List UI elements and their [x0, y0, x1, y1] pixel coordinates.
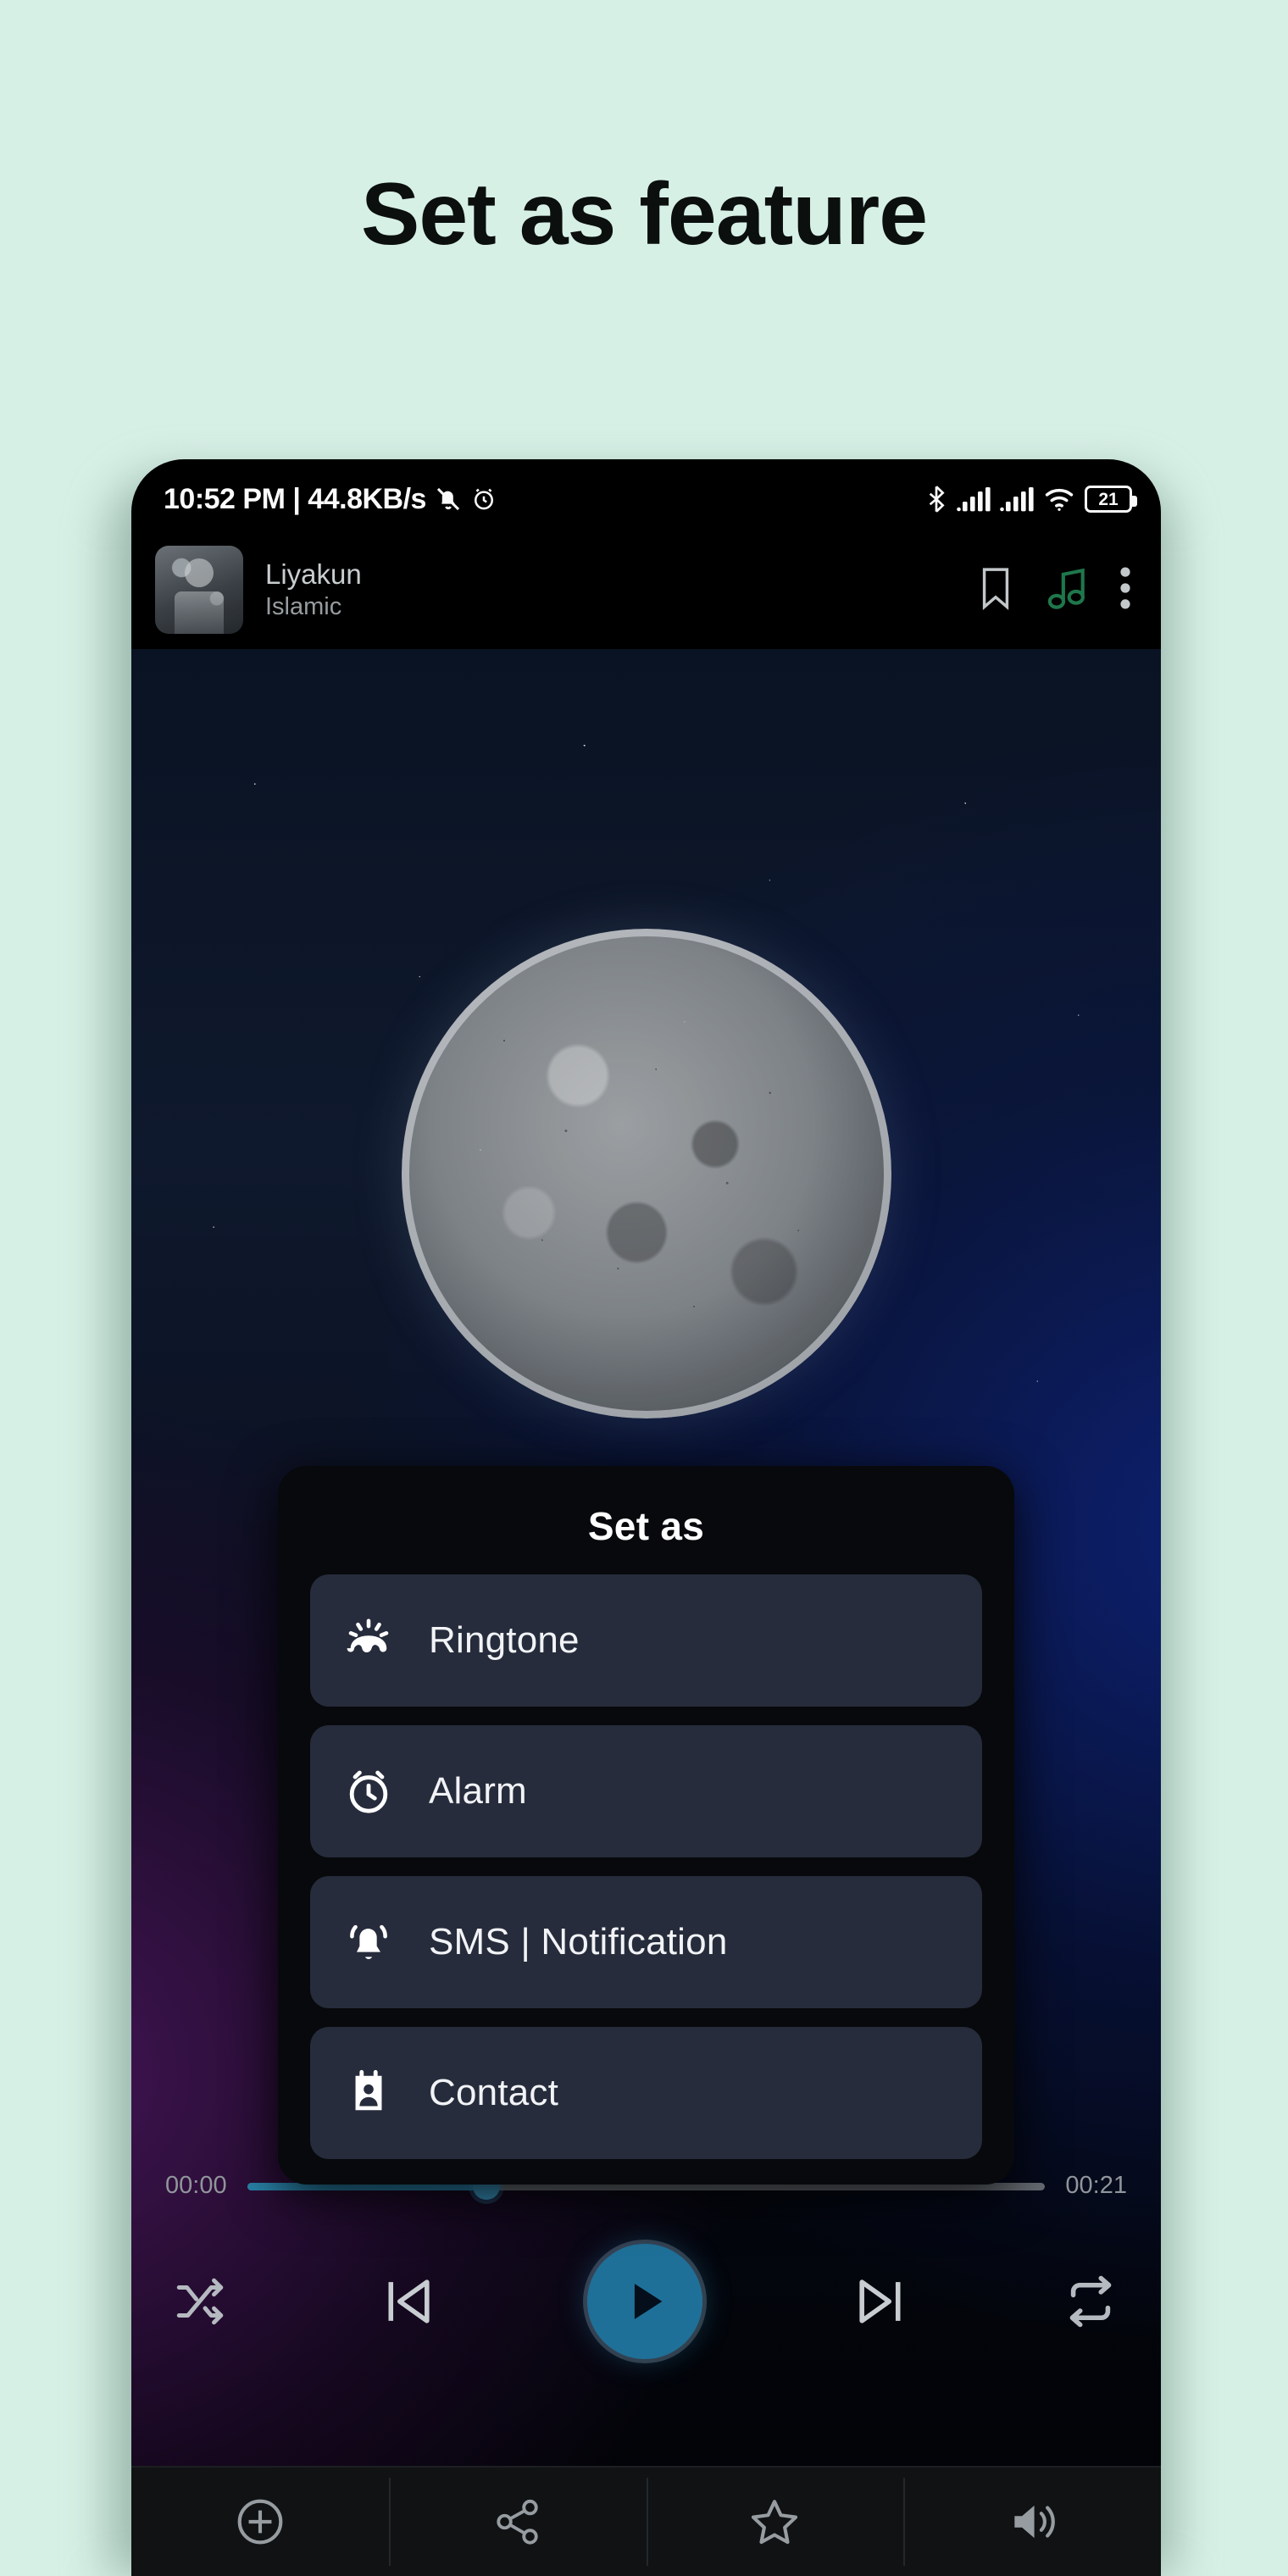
dialog-option-ringtone[interactable]: Ringtone: [310, 1574, 982, 1707]
dialog-options-list: Ringtone Alarm SMS | Notification Contac…: [278, 1574, 1014, 2159]
dialog-option-label: SMS | Notification: [429, 1921, 728, 1963]
dialog-option-label: Ringtone: [429, 1619, 580, 1661]
phone-frame: 10:52 PM | 44.8KB/s 21 Liyakun Islamic 0…: [131, 459, 1161, 2576]
dialog-option-label: Contact: [429, 2072, 559, 2113]
ringing-phone-icon: [344, 1616, 393, 1665]
dialog-option-sms-notification[interactable]: SMS | Notification: [310, 1876, 982, 2008]
alarm-clock-icon: [344, 1767, 393, 1816]
contact-card-icon: [344, 2068, 393, 2118]
dialog-option-alarm[interactable]: Alarm: [310, 1725, 982, 1857]
set-as-dialog: Set as Ringtone Alarm SMS | Notification…: [278, 1466, 1014, 2185]
page-title: Set as feature: [360, 165, 928, 264]
dialog-option-contact[interactable]: Contact: [310, 2027, 982, 2159]
ringing-bell-icon: [344, 1918, 393, 1967]
dialog-option-label: Alarm: [429, 1770, 527, 1812]
dialog-title: Set as: [587, 1504, 705, 1548]
